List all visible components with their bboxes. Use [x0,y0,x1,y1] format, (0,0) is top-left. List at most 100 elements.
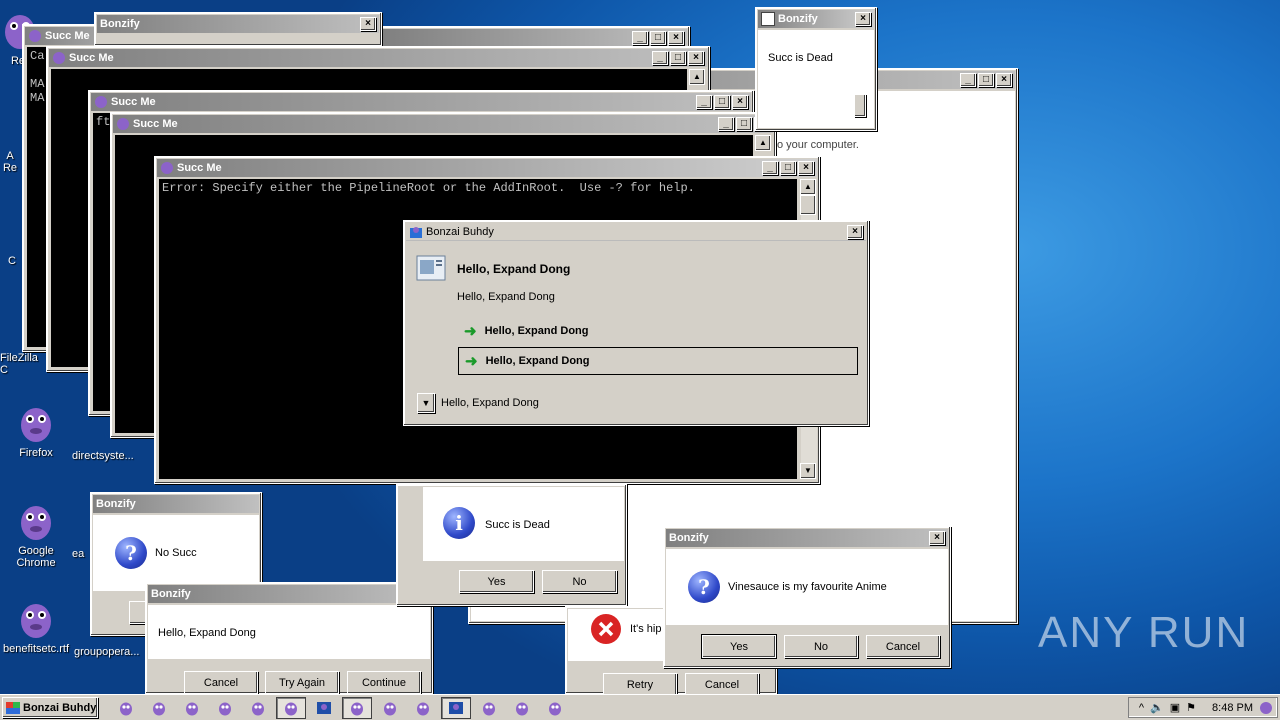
scroll-thumb[interactable] [800,195,816,215]
chevron-up-icon[interactable]: ^ [1139,702,1144,714]
cancel-button[interactable]: Cancel [866,635,940,658]
minimize-button[interactable]: _ [762,161,778,175]
taskbar-window-button[interactable] [408,697,438,719]
succ-window-main-titlebar: Succ Me _ □ × [157,159,817,177]
bonzi-icon [516,702,528,715]
close-button[interactable]: × [688,51,704,65]
taskbar-window-button[interactable] [210,697,240,719]
yes-button[interactable]: Yes [701,634,777,659]
try-again-button[interactable]: Try Again [265,671,339,694]
network-icon[interactable]: ▣ [1170,701,1180,714]
desktop-icon-directsystem[interactable]: directsyste... [72,450,144,462]
green-arrow-icon: ➜ [464,323,477,340]
bonzi-icon [117,118,129,130]
bonzi-icon [29,30,41,42]
partial-titlebar: _ □ × [383,29,687,47]
yes-button[interactable]: Yes [459,570,534,593]
bonzi-icon [21,604,51,638]
minimize-button[interactable]: _ [718,117,734,131]
succ-window-3-titlebar: Succ Me _ □ × [91,93,751,111]
info-dead-window: i Succ is Dead Yes No [396,484,627,606]
close-button[interactable]: × [668,31,684,45]
taskbar-window-button[interactable] [276,696,306,719]
close-button[interactable]: × [798,161,814,175]
maximize-button[interactable]: □ [670,51,686,65]
hidden-dialog-button[interactable] [854,94,866,117]
bonzify-dead-body: Succ is Dead [758,30,874,128]
minimize-button[interactable]: _ [652,51,668,65]
taskbar-window-button[interactable] [243,697,273,719]
bonzi-icon [120,702,132,715]
bonzify-nosucc-titlebar: Bonzify [93,495,259,513]
desktop-icon-firefox[interactable]: Firefox [0,400,72,459]
no-button[interactable]: No [542,570,617,593]
dialog-option-1[interactable]: ➜ Hello, Expand Dong [458,318,858,344]
close-button[interactable]: × [996,73,1012,87]
question-icon: ? [688,571,720,603]
retry-button[interactable]: Retry [603,673,677,696]
taskbar-window-button[interactable] [375,697,405,719]
maximize-button[interactable]: □ [978,73,994,87]
flag-icon[interactable]: ⚑ [1186,701,1196,714]
clock[interactable]: 8:48 PM [1212,702,1253,714]
bonzify-anime-window: Bonzify × ? Vinesauce is my favourite An… [663,526,951,668]
start-button[interactable]: Bonzai Buhdy [2,697,98,718]
maximize-button[interactable]: □ [650,31,666,45]
close-button[interactable]: × [847,224,863,239]
taskbar-window-button[interactable] [309,697,339,719]
maximize-button[interactable]: □ [736,117,752,131]
scroll-up-button[interactable]: ▲ [689,69,705,85]
bonzi-icon [21,506,51,540]
minimize-button[interactable]: _ [632,31,648,45]
bonzi-icon [53,52,65,64]
desktop-icon-chrome[interactable]: Google Chrome [0,498,72,569]
scroll-up-button[interactable]: ▲ [800,179,816,195]
bonzify-hello-titlebar: Bonzify × [148,585,430,603]
maximize-button[interactable]: □ [780,161,796,175]
bonzify-dead-titlebar: Bonzify × [758,10,874,28]
bonzify-dead-message: Succ is Dead [768,52,833,64]
taskbar-window-button[interactable] [177,697,207,719]
close-button[interactable]: × [732,95,748,109]
taskbar-window-button[interactable] [111,697,141,719]
cancel-button[interactable]: Cancel [184,671,258,694]
bonzi-tray-icon[interactable] [1259,701,1273,715]
error-icon [591,614,621,644]
info-dead-body: i Succ is Dead [423,487,624,561]
scroll-up-button[interactable]: ▲ [755,135,771,151]
bonzi-icon [219,702,231,715]
taskbar-window-button[interactable] [474,697,504,719]
close-button[interactable]: × [360,17,376,31]
continue-button[interactable]: Continue [347,671,421,694]
dialog-heading: Hello, Expand Dong [457,262,571,276]
installer-text: o your computer. [777,139,859,151]
minimize-button[interactable]: _ [960,73,976,87]
taskbar-window-button[interactable] [441,696,471,719]
app-icon [410,226,422,238]
desktop-icon-groupopera[interactable]: groupopera... [74,646,146,658]
cancel-button[interactable]: Cancel [685,673,759,696]
volume-icon[interactable]: 🔈 [1150,701,1164,714]
dialog-details-label: Hello, Expand Dong [441,397,539,409]
taskbar-window-button[interactable] [144,697,174,719]
details-toggle-button[interactable]: ▼ [417,393,435,413]
app-icon [317,701,331,714]
no-button[interactable]: No [784,635,858,658]
bonzify-dead-window-top: Bonzify × Succ is Dead [755,7,877,131]
maximize-button[interactable]: □ [714,95,730,109]
bonzi-icon [285,702,297,715]
close-button[interactable]: × [929,531,945,545]
taskbar-window-button[interactable] [540,697,570,719]
scroll-down-button[interactable]: ▼ [800,463,816,479]
desktop-icon-benefitsetc[interactable]: benefitsetc.rtf [0,596,72,655]
taskbar-window-button[interactable] [342,696,372,719]
desktop-icon-ea[interactable]: ea [72,548,92,560]
dialog-option-2[interactable]: ➜ Hello, Expand Dong [458,347,858,375]
green-arrow-icon: ➜ [465,353,478,370]
bonzify-anime-body: ? Vinesauce is my favourite Anime [666,549,948,625]
succ-window-2-titlebar: Succ Me _ □ × [49,49,707,67]
taskbar-window-button[interactable] [507,697,537,719]
minimize-button[interactable]: _ [696,95,712,109]
close-button[interactable]: × [855,12,871,26]
desktop-icon-filezilla[interactable]: FileZilla C [0,352,46,376]
